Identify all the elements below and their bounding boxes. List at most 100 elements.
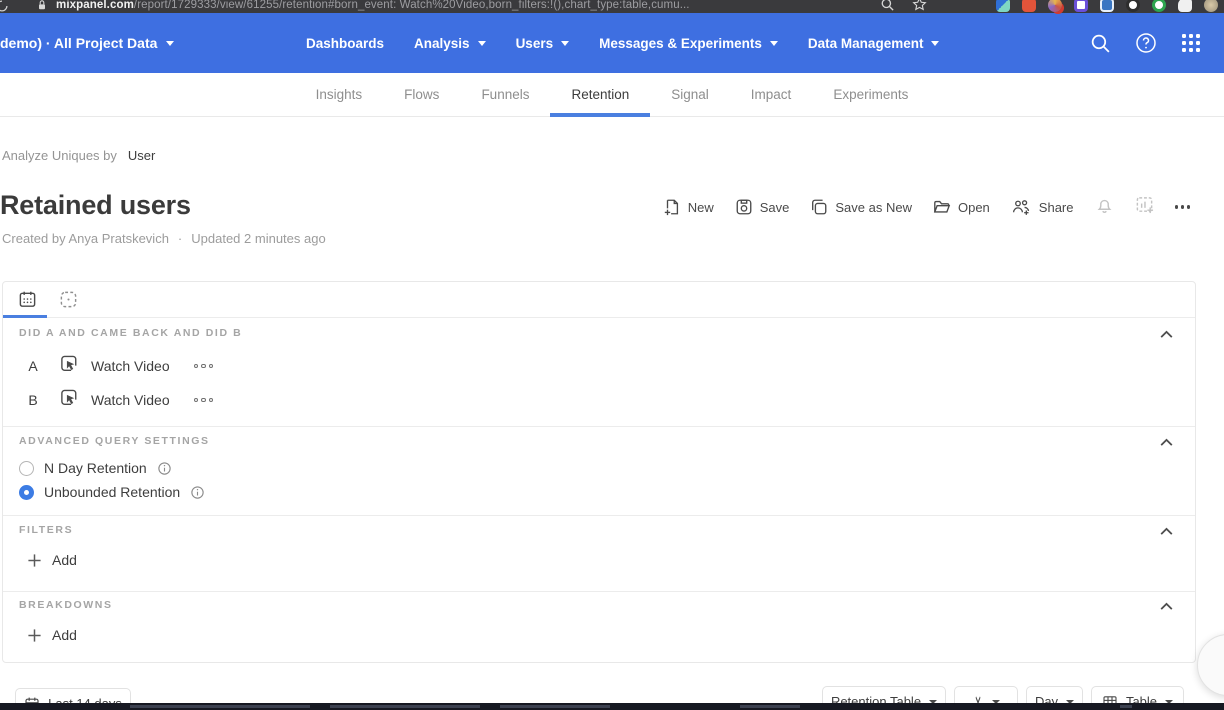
query-builder-panel: DID A AND CAME BACK AND DID B A Watch Vi…	[2, 281, 1196, 663]
extension-icon-4[interactable]	[1074, 0, 1088, 12]
help-launcher-button[interactable]	[1197, 634, 1224, 696]
report-byline: Created by Anya Pratskevich · Updated 2 …	[2, 231, 326, 246]
event-icon	[58, 353, 79, 379]
extension-icon-6[interactable]	[1126, 0, 1140, 12]
nav-item-label: Analysis	[414, 36, 470, 51]
alerts-bell-icon[interactable]	[1095, 195, 1114, 219]
extension-icon-5[interactable]	[1100, 0, 1114, 12]
panel-tabs	[3, 282, 1195, 318]
extension-icons	[996, 0, 1224, 13]
add-filter-button[interactable]: Add	[27, 552, 77, 568]
new-button[interactable]: New	[663, 198, 714, 216]
tab-insights[interactable]: Insights	[295, 73, 384, 117]
retention-criteria-tab-icon[interactable]	[18, 290, 37, 314]
caret-down-icon	[931, 41, 939, 46]
nday-retention-radio[interactable]: N Day Retention	[19, 458, 172, 478]
tab-retention[interactable]: Retention	[550, 73, 650, 117]
analyze-entity-dropdown[interactable]: User	[128, 148, 155, 163]
help-icon[interactable]	[1134, 31, 1158, 55]
byline-dot: ·	[178, 231, 182, 246]
event-icon	[58, 387, 79, 413]
new-label: New	[688, 200, 714, 215]
tab-signal[interactable]: Signal	[650, 73, 730, 117]
extension-icon-1[interactable]	[996, 0, 1010, 12]
tab-flows[interactable]: Flows	[383, 73, 460, 117]
unbounded-retention-radio[interactable]: Unbounded Retention	[19, 482, 205, 502]
updated-text: Updated 2 minutes ago	[191, 231, 325, 246]
section-divider	[3, 515, 1195, 516]
bookmark-star-icon[interactable]	[912, 0, 927, 12]
search-icon[interactable]	[880, 0, 895, 12]
search-icon[interactable]	[1089, 32, 1112, 55]
active-panel-tab-underline	[3, 315, 47, 318]
info-icon[interactable]	[190, 485, 205, 500]
tab-impact[interactable]: Impact	[730, 73, 813, 117]
save-as-new-icon	[810, 198, 828, 216]
page-title[interactable]: Retained users	[0, 190, 191, 221]
section-divider	[3, 426, 1195, 427]
app-nav-bar: demo) · All Project Data Dashboards Anal…	[0, 13, 1224, 73]
caret-down-icon	[770, 41, 778, 46]
extension-icon-3[interactable]	[1048, 0, 1062, 12]
behavior-section-title: DID A AND CAME BACK AND DID B	[19, 327, 242, 339]
info-icon[interactable]	[157, 461, 172, 476]
collapse-filters-chevron-up-icon[interactable]	[1158, 523, 1175, 545]
open-folder-icon	[933, 198, 951, 216]
nav-item-messages-experiments[interactable]: Messages & Experiments	[599, 36, 778, 51]
share-label: Share	[1039, 200, 1074, 215]
tab-experiments[interactable]: Experiments	[812, 73, 929, 117]
nav-item-analysis[interactable]: Analysis	[414, 36, 486, 51]
open-button[interactable]: Open	[933, 198, 990, 216]
add-label: Add	[52, 627, 77, 643]
focus-cohort-tab-icon[interactable]	[59, 290, 78, 314]
extension-icon-7[interactable]	[1152, 0, 1166, 12]
add-breakdown-button[interactable]: Add	[27, 627, 77, 643]
caret-down-icon	[478, 41, 486, 46]
extensions-puzzle-icon[interactable]	[1178, 0, 1192, 12]
filters-section-title: FILTERS	[19, 524, 73, 536]
section-divider	[3, 591, 1195, 592]
reload-icon[interactable]	[0, 0, 9, 13]
report-tab-bar: Insights Flows Funnels Retention Signal …	[0, 73, 1224, 117]
step-event-dropdown[interactable]: Watch Video	[91, 392, 170, 408]
nav-item-data-management[interactable]: Data Management	[808, 36, 940, 51]
nav-items: Dashboards Analysis Users Messages & Exp…	[306, 13, 939, 73]
tab-funnels[interactable]: Funnels	[460, 73, 550, 117]
radio-on-icon[interactable]	[19, 485, 34, 500]
step-row-a: A Watch Video	[19, 351, 213, 381]
share-button[interactable]: Share	[1011, 198, 1074, 216]
project-switcher[interactable]: demo) · All Project Data	[0, 13, 174, 73]
extension-icon-2[interactable]	[1022, 0, 1036, 12]
url-text[interactable]: mixpanel.com/report/1729333/view/61255/r…	[56, 0, 690, 13]
step-options-button[interactable]	[194, 364, 214, 369]
save-label: Save	[760, 200, 790, 215]
advanced-section-title: ADVANCED QUERY SETTINGS	[19, 435, 210, 447]
collapse-behavior-chevron-up-icon[interactable]	[1158, 326, 1175, 348]
add-to-board-icon[interactable]	[1135, 195, 1154, 219]
lock-icon	[36, 0, 48, 12]
browser-profile-icon[interactable]	[1204, 0, 1218, 12]
collapse-breakdowns-chevron-up-icon[interactable]	[1158, 598, 1175, 620]
caret-down-icon	[166, 41, 174, 46]
step-key-label: A	[25, 358, 41, 374]
save-as-new-button[interactable]: Save as New	[810, 198, 912, 216]
nav-item-dashboards[interactable]: Dashboards	[306, 36, 384, 51]
more-options-button[interactable]	[1175, 205, 1191, 209]
step-key-label: B	[25, 392, 41, 408]
step-options-button[interactable]	[194, 398, 214, 403]
save-as-new-label: Save as New	[835, 200, 912, 215]
nav-item-users[interactable]: Users	[516, 36, 570, 51]
step-event-dropdown[interactable]: Watch Video	[91, 358, 170, 374]
browser-address-bar[interactable]: mixpanel.com/report/1729333/view/61255/r…	[0, 0, 1224, 13]
radio-off-icon[interactable]	[19, 461, 34, 476]
apps-grid-icon[interactable]	[1180, 32, 1202, 54]
analyze-row: Analyze Uniques by User	[2, 148, 155, 163]
created-by-text: Created by Anya Pratskevich	[2, 231, 169, 246]
caret-down-icon	[561, 41, 569, 46]
nav-item-label: Users	[516, 36, 554, 51]
save-button[interactable]: Save	[735, 198, 790, 216]
collapse-advanced-chevron-up-icon[interactable]	[1158, 434, 1175, 456]
open-label: Open	[958, 200, 990, 215]
nav-item-label: Dashboards	[306, 36, 384, 51]
plus-icon	[27, 553, 42, 568]
